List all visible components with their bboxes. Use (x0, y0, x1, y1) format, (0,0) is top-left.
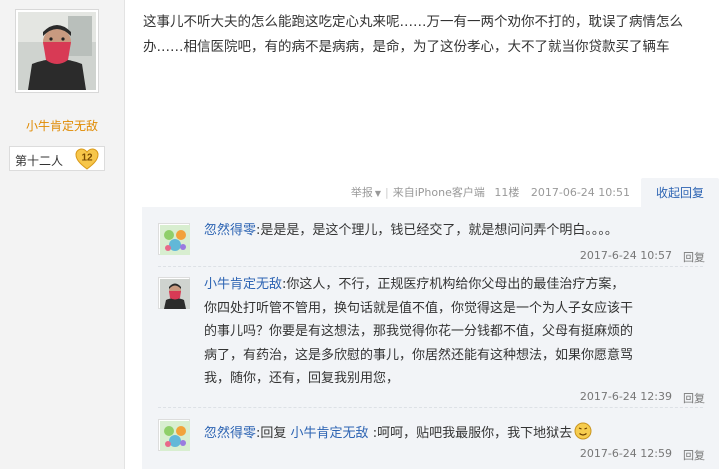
level-heart-icon: 12 (75, 148, 99, 170)
reply-target-user-link[interactable]: 小牛肯定无敌 (291, 426, 369, 441)
level-number: 12 (81, 153, 93, 164)
reply-button[interactable]: 回复 (683, 390, 705, 406)
smiley-emoji-icon (574, 422, 592, 440)
reply-time: 2017-6-24 12:59 (579, 447, 672, 460)
post-meta: 举报 ▼ | 来自iPhone客户端 11楼 2017-06-24 10:51 (351, 184, 630, 200)
reply-divider (158, 266, 703, 267)
reply-avatar[interactable] (158, 277, 190, 309)
reply-user-link[interactable]: 忽然得零 (204, 426, 256, 441)
reply-button[interactable]: 回复 (683, 447, 705, 463)
reply-text: 你这人，不行，正规医疗机构给你父母出的最佳治疗方案，你四处打听管不管用，换句话就… (204, 277, 634, 386)
reply-text: :呵呵，贴吧我最服你，我下地狱去 (368, 426, 573, 441)
reply-user-link[interactable]: 忽然得零 (204, 223, 256, 238)
report-link[interactable]: 举报 ▼ (351, 186, 381, 199)
post-time: 2017-06-24 10:51 (530, 186, 630, 199)
author-sidebar: 小牛肯定无敌 第十二人 12 (0, 0, 125, 469)
floor-number: 11楼 (494, 186, 520, 199)
reply-time: 2017-6-24 12:39 (579, 390, 672, 403)
reply-list: 忽然得零:是是是，是这个理儿，钱已经交了，就是想问问弄个明白。。。。 2017-… (142, 207, 719, 469)
user-avatar-image (160, 279, 190, 309)
reply-user-link[interactable]: 小牛肯定无敌 (204, 277, 282, 292)
reply-avatar[interactable] (158, 223, 190, 255)
reply-time: 2017-6-24 10:57 (579, 249, 672, 262)
collapse-replies-button[interactable]: 收起回复 (641, 178, 719, 209)
report-label: 举报 (350, 186, 373, 199)
level-badge[interactable]: 第十二人 12 (9, 146, 105, 171)
author-name-link[interactable]: 小牛肯定无敌 (0, 117, 124, 134)
author-avatar[interactable] (15, 9, 99, 93)
reply-body: 小牛肯定无敌:你这人，不行，正规医疗机构给你父母出的最佳治疗方案，你四处打听管不… (204, 273, 634, 391)
caret-down-icon: ▼ (374, 189, 382, 198)
client-source[interactable]: 来自iPhone客户端 (393, 186, 485, 199)
level-name: 第十二人 (15, 154, 64, 168)
post-content: 这事儿不听大夫的怎么能跑这吃定心丸来呢……万一有一两个劝你不打的，耽误了病情怎么… (143, 14, 683, 55)
tieba-default-avatar-icon (160, 421, 190, 451)
reply-body: 忽然得零:回复 小牛肯定无敌 :呵呵，贴吧我最服你，我下地狱去 (204, 422, 704, 445)
reply-body: 忽然得零:是是是，是这个理儿，钱已经交了，就是想问问弄个明白。。。。 (204, 220, 704, 242)
reply-divider (158, 407, 703, 408)
meta-divider: | (385, 186, 389, 199)
reply-text: 是是是，是这个理儿，钱已经交了，就是想问问弄个明白。。。。 (260, 223, 618, 238)
reply-prefix: 回复 (260, 426, 291, 441)
reply-avatar[interactable] (158, 419, 190, 451)
author-avatar-image (18, 12, 96, 90)
reply-button[interactable]: 回复 (683, 249, 705, 265)
client-label: 来自iPhone客户端 (392, 186, 485, 199)
tieba-default-avatar-icon (160, 225, 190, 255)
